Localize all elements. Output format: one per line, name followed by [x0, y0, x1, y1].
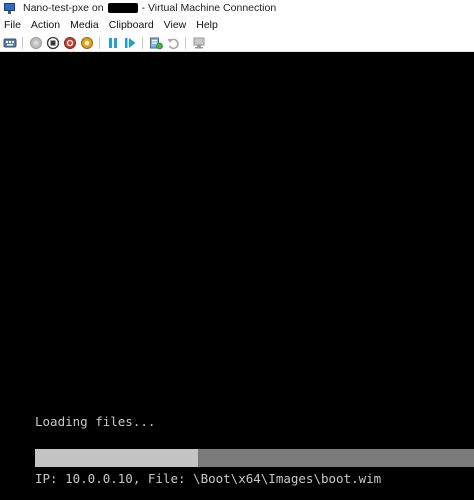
window-title-suffix: - Virtual Machine Connection	[141, 2, 277, 14]
menu-clipboard[interactable]: Clipboard	[104, 16, 159, 34]
turn-off-icon	[46, 36, 60, 49]
toolbar-separator	[185, 36, 186, 49]
toolbar-separator	[22, 36, 23, 49]
toolbar	[0, 34, 474, 52]
checkpoint-icon	[150, 37, 163, 49]
start-icon	[30, 36, 42, 49]
menu-file[interactable]: File	[0, 16, 26, 34]
resume-icon	[125, 37, 136, 48]
menu-help[interactable]: Help	[191, 16, 223, 34]
save-state-button[interactable]	[80, 36, 94, 50]
ctrl-alt-del-icon	[3, 38, 17, 47]
vm-connection-window: Nano-test-pxe on - Virtual Machine Conne…	[0, 0, 474, 500]
pause-icon	[109, 37, 117, 48]
window-title-prefix: Nano-test-pxe on	[23, 2, 104, 14]
menu-view[interactable]: View	[159, 16, 192, 34]
start-button[interactable]	[29, 36, 43, 50]
redacted-host-name	[107, 3, 138, 13]
vm-console-display[interactable]: Loading files... IP: 10.0.0.10, File: \B…	[0, 52, 474, 500]
toolbar-separator	[142, 36, 143, 49]
menu-bar: File Action Media Clipboard View Help	[0, 16, 474, 34]
shutdown-button[interactable]	[63, 36, 77, 50]
turn-off-button[interactable]	[46, 36, 60, 50]
title-bar: Nano-test-pxe on - Virtual Machine Conne…	[0, 0, 474, 16]
save-icon	[81, 36, 93, 49]
enhanced-session-icon	[193, 37, 205, 48]
pause-button[interactable]	[106, 36, 120, 50]
menu-action[interactable]: Action	[26, 16, 65, 34]
loading-files-text: Loading files...	[35, 414, 156, 429]
shutdown-icon	[64, 36, 76, 49]
resume-button[interactable]	[123, 36, 137, 50]
window-title: Nano-test-pxe on - Virtual Machine Conne…	[23, 2, 276, 14]
boot-status-line: IP: 10.0.0.10, File: \Boot\x64\Images\bo…	[35, 471, 382, 486]
revert-button[interactable]	[166, 36, 180, 50]
menu-media[interactable]: Media	[65, 16, 104, 34]
toolbar-separator	[99, 36, 100, 49]
loading-progress-fill	[35, 449, 198, 467]
ctrl-alt-del-button[interactable]	[3, 36, 17, 50]
enhanced-session-button[interactable]	[192, 36, 206, 50]
loading-progress-bar	[35, 449, 474, 467]
checkpoint-button[interactable]	[149, 36, 163, 50]
vm-connection-app-icon	[3, 2, 17, 15]
revert-icon	[167, 38, 179, 49]
